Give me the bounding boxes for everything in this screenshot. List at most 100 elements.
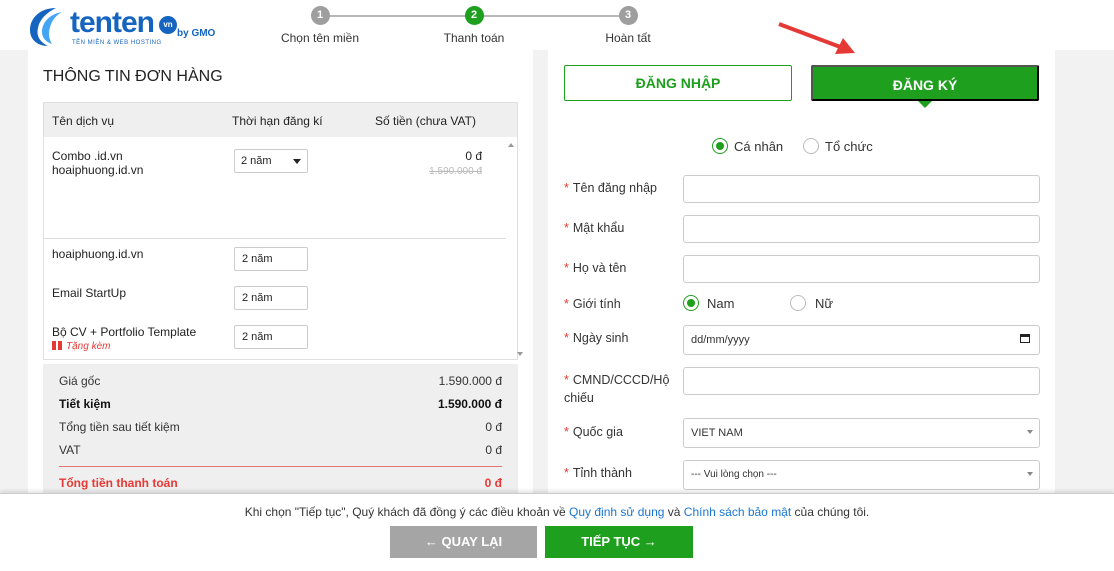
item-name: Combo .id.vn <box>52 149 123 163</box>
summary-value: 1.590.000 đ <box>438 374 502 388</box>
tenten-logo[interactable]: tenten vn by GMO TÊN MIỀN & WEB HOSTING <box>26 4 216 48</box>
birthday-input[interactable]: dd/mm/yyyy <box>683 325 1040 355</box>
username-input[interactable] <box>683 175 1040 203</box>
terms-of-use-link[interactable]: Quy định sử dụng <box>569 505 664 519</box>
country-label: * Quốc gia <box>564 423 682 441</box>
step-complete: 3 Hoàn tất <box>588 6 668 45</box>
password-input[interactable] <box>683 215 1040 243</box>
term-select-value: 2 năm <box>241 155 272 167</box>
required-mark: * <box>564 221 569 235</box>
summary-original: Giá gốc 1.590.000 đ <box>59 374 502 388</box>
field-label-text: CMND/CCCD/Hộ chiếu <box>564 373 670 405</box>
term-field: 2 năm <box>234 286 308 310</box>
radio-checked-icon[interactable] <box>712 138 728 154</box>
summary-saving: Tiết kiệm 1.590.000 đ <box>59 397 502 411</box>
scroll-up-icon[interactable] <box>508 143 514 147</box>
field-label-text: Giới tính <box>572 297 621 311</box>
chevron-down-icon <box>1027 430 1033 434</box>
item-name: hoaiphuong.id.vn <box>52 247 144 261</box>
table-row: hoaiphuong.id.vn 2 năm <box>44 239 506 277</box>
logo-tld-badge: vn <box>159 16 177 34</box>
radio-unchecked-icon[interactable] <box>790 295 806 311</box>
gift-icon <box>52 341 62 350</box>
login-tab-button[interactable]: ĐĂNG NHẬP <box>564 65 792 101</box>
table-scrollbar[interactable] <box>506 137 517 360</box>
step-label: Chọn tên miền <box>280 31 360 45</box>
checkout-steps: 1 Chọn tên miền 2 Thanh toán 3 Hoàn tất <box>280 6 660 46</box>
step-label: Thanh toán <box>443 31 505 45</box>
password-label: * Mật khẩu <box>564 219 682 237</box>
summary-label: Tổng tiền sau tiết kiệm <box>59 420 180 434</box>
radio-label: Tổ chức <box>825 139 873 154</box>
col-amount: Số tiền (chưa VAT) <box>375 114 476 128</box>
summary-after-saving: Tổng tiền sau tiết kiệm 0 đ <box>59 420 502 434</box>
table-row: Email StartUp 2 năm <box>44 278 506 316</box>
province-select-value: --- Vui lòng chọn --- <box>691 469 777 480</box>
birthday-placeholder: dd/mm/yyyy <box>691 334 750 346</box>
summary-label: Tổng tiền thanh toán <box>59 476 178 490</box>
required-mark: * <box>564 373 569 387</box>
province-select[interactable]: --- Vui lòng chọn --- <box>683 460 1040 490</box>
table-row: Bộ CV + Portfolio Template Tặng kèm 2 nă… <box>44 317 506 361</box>
fullname-label: * Họ và tên <box>564 259 682 277</box>
required-mark: * <box>564 181 569 195</box>
continue-button[interactable]: TIẾP TỤC → <box>545 526 693 558</box>
order-summary: Giá gốc 1.590.000 đ Tiết kiệm 1.590.000 … <box>43 364 518 500</box>
summary-label: Tiết kiệm <box>59 397 111 411</box>
radio-checked-icon[interactable] <box>683 295 699 311</box>
radio-label: Nam <box>707 296 735 311</box>
id-card-label: * CMND/CCCD/Hộ chiếu <box>564 371 682 407</box>
country-select[interactable]: VIET NAM <box>683 418 1040 448</box>
field-label-text: Họ và tên <box>572 261 627 275</box>
item-price: 0 đ <box>465 149 482 163</box>
terms-text: và <box>664 505 684 519</box>
register-tab-button[interactable]: ĐĂNG KÝ <box>811 65 1039 101</box>
chevron-down-icon <box>293 159 301 164</box>
term-select[interactable]: 2 năm <box>234 149 308 173</box>
term-field: 2 năm <box>234 325 308 349</box>
privacy-policy-link[interactable]: Chính sách bảo mật <box>684 505 791 519</box>
step-number: 3 <box>618 6 638 25</box>
required-mark: * <box>564 331 569 345</box>
field-label-text: Ngày sinh <box>572 331 629 345</box>
logo-by-gmo: by GMO <box>177 28 216 39</box>
id-card-input[interactable] <box>683 367 1040 395</box>
logo-wordmark: tenten <box>70 6 155 39</box>
table-row: Combo .id.vn hoaiphuong.id.vn 2 năm 0 đ … <box>44 137 506 187</box>
auth-panel: ĐĂNG NHẬP ĐĂNG KÝ Cá nhân Tổ chức * Tên đ… <box>548 50 1055 500</box>
radio-label: Cá nhân <box>734 139 784 154</box>
order-title: THÔNG TIN ĐƠN HÀNG <box>43 68 223 85</box>
back-button[interactable]: ← QUAY LẠI <box>390 526 537 558</box>
fullname-input[interactable] <box>683 255 1040 283</box>
top-bar: tenten vn by GMO TÊN MIỀN & WEB HOSTING … <box>0 0 1114 50</box>
order-panel: THÔNG TIN ĐƠN HÀNG Tên dịch vụ Thời hạn … <box>28 50 533 500</box>
summary-total: Tổng tiền thanh toán 0 đ <box>59 476 502 490</box>
table-scroll-down[interactable] <box>517 352 523 356</box>
gift-note: Tặng kèm <box>52 341 110 352</box>
register-tab-pointer <box>918 101 932 108</box>
radio-unchecked-icon[interactable] <box>803 138 819 154</box>
summary-label: Giá gốc <box>59 374 101 388</box>
summary-label: VAT <box>59 443 81 457</box>
col-term: Thời hạn đăng kí <box>232 114 323 128</box>
red-arrow-icon <box>778 22 855 54</box>
item-old-price: 1.590.000 đ <box>429 166 482 177</box>
required-mark: * <box>564 425 569 439</box>
scroll-down-icon[interactable] <box>517 352 523 356</box>
chevron-down-icon <box>1027 472 1033 476</box>
field-label-text: Quốc gia <box>572 425 623 439</box>
logo-swirl-icon <box>30 8 62 46</box>
required-mark: * <box>564 466 569 480</box>
summary-value: 0 đ <box>484 476 502 490</box>
summary-value: 0 đ <box>485 420 502 434</box>
logo-tagline: TÊN MIỀN & WEB HOSTING <box>72 40 162 46</box>
item-name: Email StartUp <box>52 286 127 300</box>
field-label-text: Tỉnh thành <box>572 466 632 480</box>
terms-text: của chúng tôi. <box>791 505 870 519</box>
step-payment: 2 Thanh toán <box>434 6 514 45</box>
item-name: Bộ CV + Portfolio Template <box>52 325 197 339</box>
username-label: * Tên đăng nhập <box>564 179 682 197</box>
field-label-text: Mật khẩu <box>572 221 625 235</box>
gender-label: * Giới tính <box>564 295 682 313</box>
calendar-icon[interactable] <box>1020 334 1030 343</box>
